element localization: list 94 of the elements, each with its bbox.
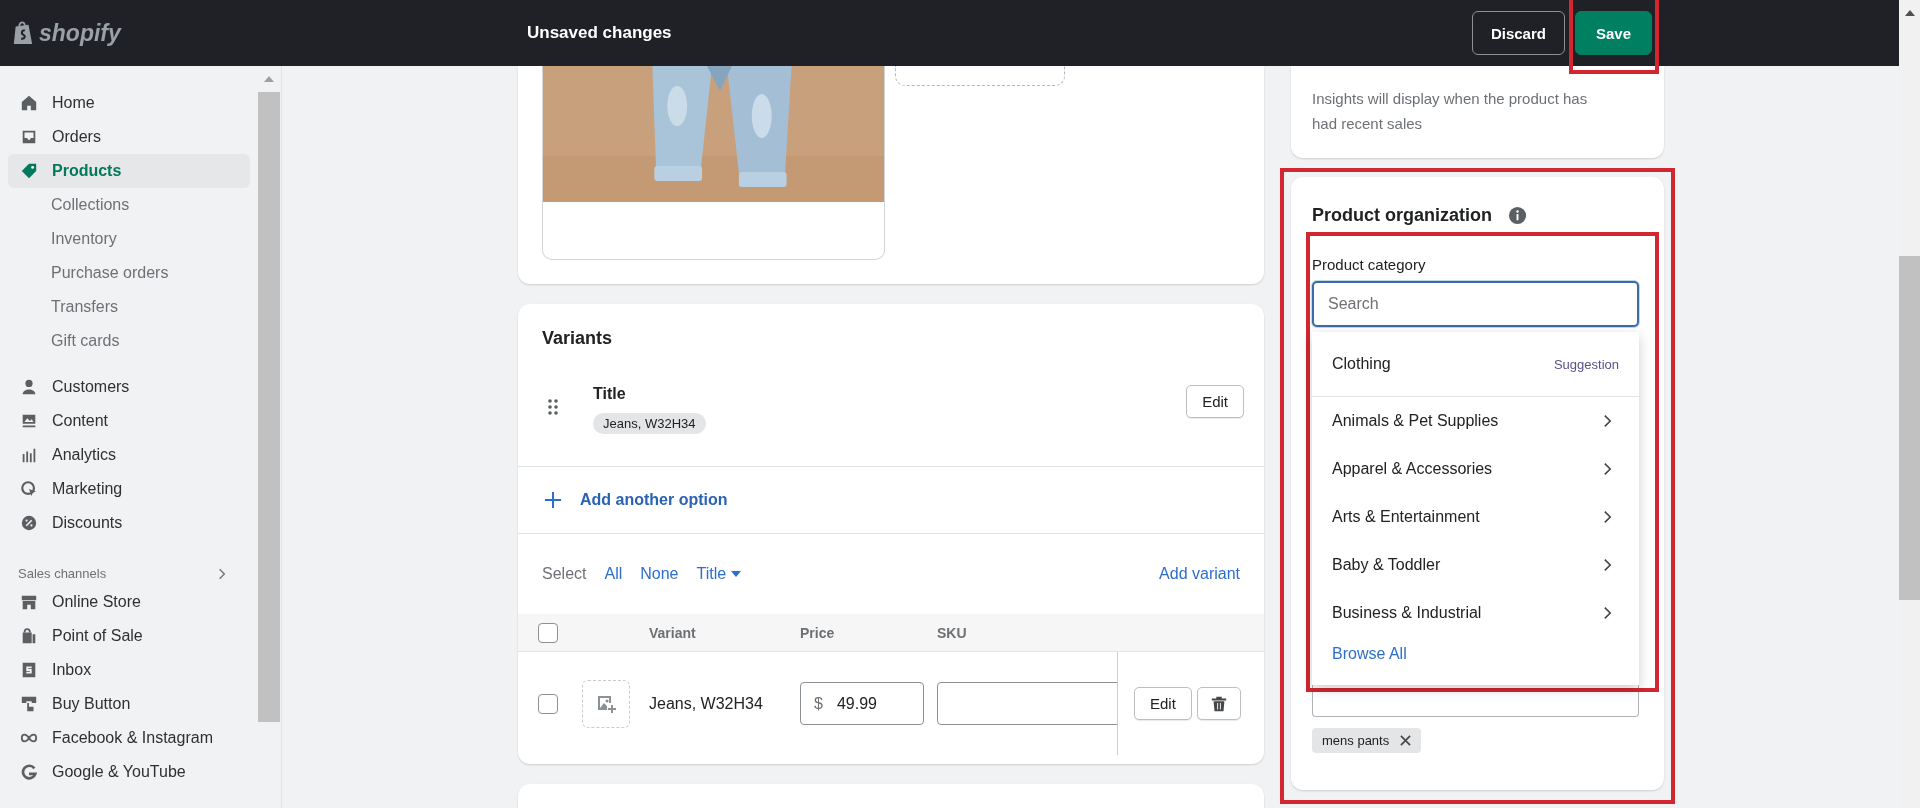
delete-button[interactable] [1196, 687, 1241, 720]
edit-button[interactable]: Edit [1186, 385, 1244, 418]
nav-item[interactable]: Products [8, 154, 250, 188]
nav-subitem[interactable]: Collections [8, 188, 250, 222]
media-drop-zone[interactable] [895, 66, 1065, 86]
tag-icon [20, 162, 38, 180]
edit-button[interactable]: Edit [1134, 687, 1192, 720]
nav-item[interactable]: Inbox [8, 653, 250, 687]
tag-label: mens pants [1322, 733, 1390, 748]
option-name: Title [593, 385, 627, 403]
nav-item[interactable]: Point of Sale [8, 619, 250, 653]
bag-icon [20, 627, 38, 645]
select-all-checkbox[interactable] [538, 622, 558, 643]
nav-item[interactable]: Content [8, 404, 250, 438]
image-plus-icon [596, 693, 616, 714]
option-label: Apparel & Accessories [1332, 460, 1493, 478]
nav-item[interactable]: Customers [8, 370, 250, 404]
drag-handle-icon[interactable] [548, 399, 558, 415]
nav-item[interactable]: Facebook & Instagram [8, 721, 250, 755]
column-header: SKU [937, 624, 968, 641]
person-icon [20, 378, 38, 396]
nav-subitem[interactable]: Gift cards [8, 324, 250, 358]
browse-all-link[interactable]: Browse All [1312, 637, 1639, 663]
chevron-right-icon [1603, 558, 1612, 572]
option-label: Business & Industrial [1332, 604, 1482, 622]
card-title: Product organization [1312, 205, 1492, 226]
chevron-right-icon[interactable] [218, 567, 226, 580]
bar-chart-icon [20, 446, 38, 464]
option-label: Baby & Toddler [1332, 556, 1441, 574]
save-button[interactable]: Save [1574, 11, 1652, 55]
nav-item[interactable]: Discounts [8, 506, 250, 540]
trash-icon [1209, 694, 1228, 713]
shopping-bag-icon [12, 20, 34, 46]
variant-name: Jeans, W32H34 [649, 694, 764, 713]
option-label: Animals & Pet Supplies [1332, 412, 1499, 430]
option-value-tag: Jeans, W32H34 [593, 413, 706, 434]
plus-icon[interactable] [544, 491, 562, 509]
select-link[interactable]: All [604, 565, 623, 583]
option-label: Clothing [1332, 355, 1391, 373]
close-icon[interactable] [1400, 735, 1412, 746]
select-link[interactable]: None [640, 565, 679, 583]
info-icon[interactable] [1508, 206, 1527, 225]
nav-item[interactable]: Orders [8, 120, 250, 154]
dropdown-option[interactable]: Business & Industrial [1312, 589, 1639, 637]
nav-item[interactable]: Home [8, 86, 250, 120]
select-label: Select [542, 565, 587, 583]
nav-subitem[interactable]: Purchase orders [8, 256, 250, 290]
storefront-icon [20, 593, 38, 611]
suggestion-label: Suggestion [1553, 356, 1619, 372]
nav-subitem[interactable]: Inventory [8, 222, 250, 256]
scrollbar-thumb[interactable] [1899, 256, 1920, 600]
letter-g-icon [20, 763, 38, 781]
currency-symbol: $ [814, 694, 823, 713]
column-header: Variant [649, 624, 697, 641]
add-variant-link[interactable]: Add variant [1159, 565, 1240, 583]
price-value: 49.99 [836, 694, 877, 713]
field-label: Product category [1312, 256, 1427, 273]
image-icon [20, 412, 38, 430]
chevron-right-icon [1603, 510, 1612, 524]
nav-item[interactable]: Analytics [8, 438, 250, 472]
add-image-placeholder[interactable] [582, 679, 630, 728]
add-option-link[interactable]: Add another option [580, 491, 728, 509]
filter-dropdown[interactable]: Title [696, 565, 742, 583]
category-search-field[interactable]: Search [1312, 281, 1639, 327]
percent-badge-icon [20, 514, 38, 532]
dropdown-option[interactable]: Baby & Toddler [1312, 541, 1639, 589]
option-label: Arts & Entertainment [1332, 508, 1480, 526]
price-field[interactable]: $ 49.99 [800, 682, 924, 725]
row-checkbox[interactable] [538, 693, 558, 714]
scrollbar-thumb[interactable] [258, 92, 280, 722]
dropdown-option[interactable]: Arts & Entertainment [1312, 493, 1639, 541]
discard-button[interactable]: Discard [1471, 11, 1565, 55]
sku-field[interactable] [937, 682, 1117, 725]
nav-subitem[interactable]: Transfers [8, 290, 250, 324]
home-icon [20, 94, 38, 112]
nav-item[interactable]: Buy Button [8, 687, 250, 721]
dropdown-option[interactable]: Animals & Pet Supplies [1312, 397, 1639, 445]
section-heading: Sales channels [18, 566, 107, 581]
nav-item[interactable]: Online Store [8, 585, 250, 619]
caret-down-icon [731, 571, 742, 577]
card-title: Variants [541, 328, 614, 349]
dropdown-option[interactable]: Apparel & Accessories [1312, 445, 1639, 493]
chevron-right-icon [1603, 606, 1612, 620]
inbox-tray-icon [20, 128, 38, 146]
target-icon [20, 480, 38, 498]
nav-item[interactable]: Marketing [8, 472, 250, 506]
chevron-right-icon [1603, 462, 1612, 476]
insights-message: Insights will display when the product has had recent sales [1312, 89, 1589, 134]
column-header: Price [800, 624, 836, 641]
logo-wordmark: shopify [39, 19, 121, 47]
chevron-right-icon [1603, 414, 1612, 428]
scroll-up-arrow-icon[interactable] [1904, 10, 1915, 16]
page-status-title: Unsaved changes [527, 23, 672, 43]
nav-item[interactable]: Google & YouTube [8, 755, 250, 789]
